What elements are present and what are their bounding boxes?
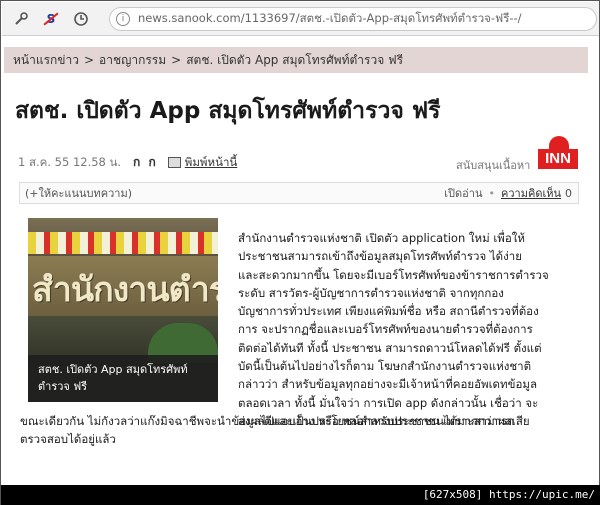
body-line: บัดนี้เป็นต้นไปอย่างไรก็ตาม โฆษกสำนักงาน…	[238, 359, 532, 374]
views-label: เปิดอ่าน	[444, 187, 483, 200]
inn-logo[interactable]: INN	[538, 136, 578, 172]
article-stats: เปิดอ่าน • ความคิดเห็น 0	[444, 184, 578, 202]
browser-toolbar: S i news.sanook.com/1133697/สตช.-เปิดตัว…	[2, 2, 599, 36]
body-line: ประชาชนสามารถเข้าถึงข้อมูลสมุดโทรศัพท์ตำ…	[238, 249, 522, 264]
inn-logo-sun	[549, 136, 569, 150]
article-photo[interactable]: สำนักงานตำรวจแห่งชาติ สตช. เปิดตัว App ส…	[28, 218, 218, 402]
body-line: ติดต่อได้ทันที ทั้งนี้ ประชาชน สามารถดาว…	[238, 340, 542, 355]
photo-caption: สตช. เปิดตัว App สมุดโทรศัพท์ ตำรวจ ฟรี	[28, 355, 218, 402]
breadcrumb-home[interactable]: หน้าแรกข่าว	[13, 51, 79, 70]
body-line: ระดับ สารวัตร-ผู้บัญชาการตำรวจแห่งชาติ จ…	[238, 285, 504, 300]
s-extension-icon[interactable]: S	[40, 8, 62, 30]
breadcrumb: หน้าแรกข่าว > อาชญากรรม > สตช. เปิดตัว A…	[4, 47, 588, 73]
article-body-full: ขณะเดียวกัน ไม่กังวลว่าแก๊งมิจฉาชีพจะนำข…	[20, 412, 580, 449]
breadcrumb-crime[interactable]: อาชญากรรม	[99, 51, 166, 70]
font-size-controls[interactable]: ก ก	[133, 153, 158, 172]
page-info-icon[interactable]: i	[116, 12, 130, 26]
watermark-bar: [627x508] https://upic.me/	[1, 485, 600, 505]
article-body-right: สำนักงานตำรวจแห่งชาติ เปิดตัว applicatio…	[238, 229, 583, 430]
photo-caption-line: สตช. เปิดตัว App สมุดโทรศัพท์	[38, 363, 188, 376]
print-link[interactable]: พิมพ์หน้านี้	[185, 154, 238, 172]
body-line: กล่าวว่า สำหรับข้อมูลทุกอย่างจะมีเจ้าหน้…	[238, 377, 537, 392]
inn-logo-text: INN	[538, 149, 578, 169]
sponsor-label: สนับสนุนเนื้อหา	[456, 159, 531, 172]
article-meta: 1 ส.ค. 55 12.58 น. ก ก พิมพ์หน้านี้	[18, 153, 237, 172]
tools-icon[interactable]	[10, 8, 32, 30]
history-icon[interactable]	[70, 8, 92, 30]
address-bar[interactable]: i news.sanook.com/1133697/สตช.-เปิดตัว-A…	[109, 7, 597, 31]
photo-decoration	[28, 232, 218, 254]
breadcrumb-current: สตช. เปิดตัว App สมุดโทรศัพท์ตำรวจ ฟรี	[186, 52, 404, 67]
breadcrumb-separator: >	[171, 53, 182, 67]
body-line: สำนักงานตำรวจแห่งชาติ เปิดตัว applicatio…	[238, 231, 525, 245]
body-line: ตลอดเวลา ทั้งนี้ มั่นใจว่า การเปิด app ด…	[238, 395, 539, 410]
watermark-text: [627x508] https://upic.me/	[422, 488, 595, 501]
body-line: และสะดวกมากขึ้น โดยจะมีเบอร์โทรศัพท์ของข…	[238, 267, 549, 282]
print-icon[interactable]	[167, 157, 181, 168]
rate-article-link[interactable]: (+ให้คะแนนบทความ)	[25, 184, 132, 202]
rating-bar: (+ให้คะแนนบทความ) เปิดอ่าน • ความคิดเห็น…	[19, 182, 579, 204]
article-date: 1 ส.ค. 55 12.58 น.	[18, 154, 122, 169]
photo-caption-line: ตำรวจ ฟรี	[38, 380, 88, 393]
comments-link[interactable]: ความคิดเห็น	[501, 184, 561, 202]
body-line: การ จะปรากฏชื่อและเบอร์โทรศัพท์ของนายตำร…	[238, 322, 533, 337]
url-text: news.sanook.com/1133697/สตช.-เปิดตัว-App…	[138, 11, 522, 25]
comments-count: 0	[565, 186, 572, 200]
breadcrumb-separator: >	[83, 53, 95, 67]
body-line: ขณะเดียวกัน ไม่กังวลว่าแก๊งมิจฉาชีพจะนำข…	[20, 414, 515, 428]
stats-separator: •	[488, 186, 496, 200]
body-line: บัญชาการทั่วประเทศ เพียงแค่พิมพ์ชื่อ หรื…	[238, 304, 539, 319]
browser-window: S i news.sanook.com/1133697/สตช.-เปิดตัว…	[0, 0, 600, 505]
body-line: ตรวจสอบได้อยู่แล้ว	[20, 432, 116, 447]
page-title: สตช. เปิดตัว App สมุดโทรศัพท์ตำรวจ ฟรี	[15, 98, 441, 124]
photo-sign-text: สำนักงานตำรวจแห่งชาติ	[32, 270, 218, 310]
